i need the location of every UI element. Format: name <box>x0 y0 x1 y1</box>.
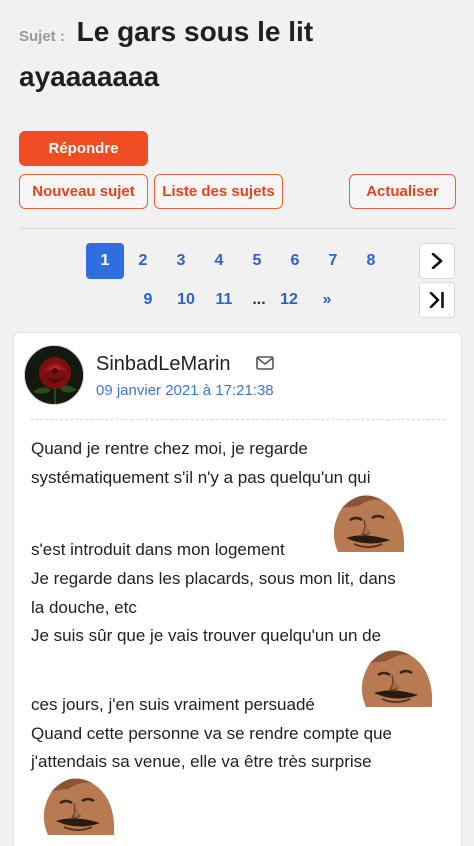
page-8-link[interactable]: 8 <box>352 243 390 279</box>
post-card: SinbadLeMarin 09 janvier 2021 à 17:21:38… <box>13 332 462 846</box>
smirking-face-sticker <box>333 495 404 552</box>
page-3-link[interactable]: 3 <box>162 243 200 279</box>
post-line: ces jours, j'en suis vraiment persuadé <box>31 695 315 714</box>
post-line: Quand cette personne va se rendre compte… <box>31 724 393 743</box>
topic-title-line2: ayaaaaaaa <box>19 61 160 92</box>
post-line: systématiquement s'il n'y a pas quelqu'u… <box>31 468 371 487</box>
author-name[interactable]: SinbadLeMarin <box>96 353 231 376</box>
post-date[interactable]: 09 janvier 2021 à 17:21:38 <box>96 382 274 399</box>
post-line: j'attendais sa venue, elle va être très … <box>31 752 372 771</box>
page-5-link[interactable]: 5 <box>238 243 276 279</box>
page-6-link[interactable]: 6 <box>276 243 314 279</box>
post-line: Je regarde dans les placards, sous mon l… <box>31 569 396 588</box>
mail-icon[interactable] <box>256 356 274 370</box>
post-line: la douche, etc <box>31 598 137 617</box>
page-9-link[interactable]: 9 <box>129 282 167 318</box>
page-2-link[interactable]: 2 <box>124 243 162 279</box>
new-topic-button[interactable]: Nouveau sujet <box>19 174 148 209</box>
post-line: Quand je rentre chez moi, je regarde <box>31 439 308 458</box>
page-10-link[interactable]: 10 <box>167 282 205 318</box>
post-line: s'est introduit dans mon logement <box>31 540 285 559</box>
chevron-right-icon <box>431 253 443 269</box>
page-7-link[interactable]: 7 <box>314 243 352 279</box>
last-page-button[interactable] <box>419 282 455 318</box>
smirking-face-sticker <box>43 778 114 835</box>
last-page-icon <box>429 292 444 308</box>
reply-button[interactable]: Répondre <box>19 131 148 166</box>
smirking-face-sticker <box>361 650 432 707</box>
next-pages-link[interactable]: » <box>308 282 346 318</box>
page-11-link[interactable]: 11 <box>205 282 243 318</box>
next-page-button[interactable] <box>419 243 455 279</box>
rose-icon <box>25 346 83 404</box>
post-line: Je suis sûr que je vais trouver quelqu'u… <box>31 626 382 645</box>
topic-header: Sujet : Le gars sous le lit ayaaaaaaa <box>19 12 459 97</box>
topic-list-button[interactable]: Liste des sujets <box>154 174 283 209</box>
post-divider <box>30 419 445 420</box>
header-divider <box>19 228 455 229</box>
refresh-button[interactable]: Actualiser <box>349 174 456 209</box>
page-4-link[interactable]: 4 <box>200 243 238 279</box>
author-avatar[interactable] <box>24 345 84 405</box>
page-1-link[interactable]: 1 <box>86 243 124 279</box>
subject-label: Sujet : <box>19 28 65 45</box>
forum-topic-page: Sujet : Le gars sous le lit ayaaaaaaa Ré… <box>0 0 474 846</box>
page-12-link[interactable]: 12 <box>270 282 308 318</box>
topic-title-line1: Le gars sous le lit <box>76 16 314 47</box>
